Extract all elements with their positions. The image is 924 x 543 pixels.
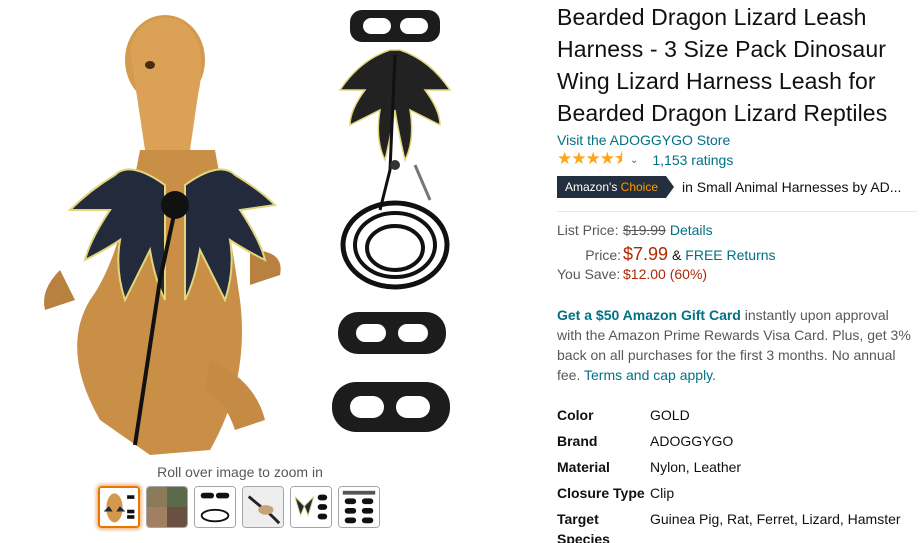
gift-card-promo: Get a $50 Amazon Gift Card instantly upo… bbox=[557, 305, 917, 385]
free-returns-link[interactable]: FREE Returns bbox=[685, 247, 775, 263]
amazons-choice-row: Amazon's Choice in Small Animal Harnesse… bbox=[557, 176, 917, 198]
spec-key: Closure Type bbox=[557, 485, 645, 501]
spec-row: Brand ADOGGYGO bbox=[557, 431, 917, 457]
thumbnail-strip bbox=[98, 486, 380, 528]
thumbnail-4[interactable] bbox=[242, 486, 284, 528]
spec-row: Color GOLD bbox=[557, 405, 917, 431]
divider bbox=[557, 211, 917, 212]
ratings-count-link[interactable]: 1,153 ratings bbox=[652, 152, 733, 168]
price-label: Price: bbox=[585, 247, 621, 263]
spec-row: Target Species Guinea Pig, Rat, Ferret, … bbox=[557, 509, 917, 543]
free-returns: & FREE Returns bbox=[672, 247, 775, 263]
spec-row: Material Nylon, Leather bbox=[557, 457, 917, 483]
you-save-label: You Save: bbox=[557, 266, 621, 282]
chevron-down-icon[interactable]: ⌄ bbox=[630, 155, 638, 166]
spec-table: Color GOLD Brand ADOGGYGO Material Nylon… bbox=[557, 405, 917, 543]
main-product-image[interactable] bbox=[20, 0, 480, 462]
spec-value: Guinea Pig, Rat, Ferret, Lizard, Hamster bbox=[650, 511, 901, 527]
product-title: Bearded Dragon Lizard Leash Harness - 3 … bbox=[557, 4, 888, 126]
spec-key: Brand bbox=[557, 433, 598, 449]
price-block: List Price: $19.99 Details Price: $7.99 … bbox=[557, 222, 917, 288]
spec-key: Material bbox=[557, 459, 610, 475]
spec-key: Color bbox=[557, 407, 594, 423]
harness-parts-illustration bbox=[332, 10, 452, 432]
list-price-row: List Price: $19.99 Details bbox=[557, 222, 917, 244]
zoom-hint: Roll over image to zoom in bbox=[157, 464, 323, 480]
spec-value: Nylon, Leather bbox=[650, 459, 742, 475]
thumbnail-6[interactable] bbox=[338, 486, 380, 528]
price-row: Price: $7.99 & FREE Returns bbox=[557, 244, 917, 266]
thumbnail-3[interactable] bbox=[194, 486, 236, 528]
choice-category-text: in Small Animal Harnesses by AD... bbox=[682, 179, 902, 195]
price-value: $7.99 bbox=[623, 244, 669, 264]
spec-value: GOLD bbox=[650, 407, 690, 423]
spec-key: Target Species bbox=[557, 511, 610, 543]
free-returns-prefix: & bbox=[672, 247, 682, 263]
badge-prefix: Amazon's bbox=[565, 180, 621, 194]
you-save-row: You Save: $12.00 (60%) bbox=[557, 266, 917, 288]
product-details: Bearded Dragon Lizard Leash Harness - 3 … bbox=[557, 0, 917, 543]
promo-headline[interactable]: Get a $50 Amazon Gift Card bbox=[557, 307, 741, 323]
thumbnail-5[interactable] bbox=[290, 486, 332, 528]
spec-value: Clip bbox=[650, 485, 675, 501]
rating-row: ★★★★⯨ ⌄ 1,153 ratings bbox=[557, 149, 917, 170]
thumbnail-1[interactable] bbox=[98, 486, 140, 528]
promo-terms-link[interactable]: Terms and cap apply. bbox=[584, 367, 716, 383]
details-link[interactable]: Details bbox=[670, 222, 713, 238]
image-gallery: Roll over image to zoom in bbox=[0, 0, 548, 543]
list-price-value: $19.99 bbox=[623, 222, 666, 238]
list-price-label: List Price: bbox=[557, 222, 619, 238]
spec-row: Closure Type Clip bbox=[557, 483, 917, 509]
badge-choice: Choice bbox=[620, 180, 659, 194]
you-save-value: $12.00 (60%) bbox=[623, 266, 708, 282]
amazons-choice-badge[interactable]: Amazon's Choice bbox=[557, 176, 675, 198]
spec-value: ADOGGYGO bbox=[650, 433, 734, 449]
star-rating-icon[interactable]: ★★★★⯨ bbox=[557, 146, 623, 175]
thumbnail-2[interactable] bbox=[146, 486, 188, 528]
